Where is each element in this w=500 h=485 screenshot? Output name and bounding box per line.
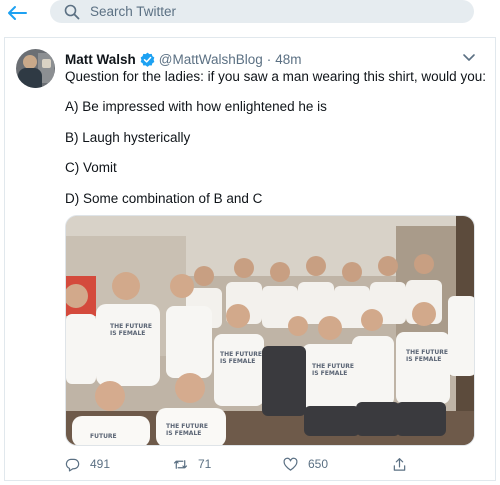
reply-button[interactable]: 491 — [65, 455, 110, 473]
search-bar[interactable] — [50, 0, 474, 23]
share-button[interactable] — [392, 455, 407, 473]
tweet-text-line: C) Vomit — [65, 160, 117, 175]
shirt-print: THE FUTURE — [110, 323, 152, 330]
like-button[interactable]: 650 — [283, 455, 328, 473]
retweet-icon — [173, 459, 188, 469]
reply-icon — [65, 458, 80, 471]
tweet-card[interactable]: Matt Walsh @MattWalshBlog · 48m Question… — [4, 37, 496, 481]
search-icon — [64, 4, 80, 20]
share-icon — [393, 457, 406, 471]
shirt-print: THE FUTURE — [406, 349, 448, 356]
tweet-text-line: B) Laugh hysterically — [65, 130, 191, 145]
shirt-print: IS FEMALE — [220, 358, 255, 365]
tweet-header: Matt Walsh @MattWalshBlog · 48m — [65, 51, 302, 67]
author-handle[interactable]: @MattWalshBlog — [159, 52, 263, 67]
search-input[interactable] — [90, 2, 450, 21]
shirt-print: IS FEMALE — [110, 330, 145, 337]
shirt-print: THE FUTURE — [220, 351, 262, 358]
group-photo: THE FUTURE IS FEMALE THE FUTURE IS FEMAL… — [66, 216, 474, 445]
back-arrow-icon — [8, 6, 27, 20]
like-icon — [283, 457, 298, 471]
tweet-actions: 491 71 650 — [65, 455, 475, 473]
retweet-button[interactable]: 71 — [173, 455, 211, 473]
back-button[interactable] — [4, 2, 30, 24]
chevron-down-icon[interactable] — [462, 53, 476, 63]
tweet-text-line: A) Be impressed with how enlightened he … — [65, 99, 327, 114]
shirt-print: IS FEMALE — [312, 370, 347, 377]
top-bar — [0, 0, 500, 34]
avatar[interactable] — [16, 49, 55, 88]
tweet-text-line: Question for the ladies: if you saw a ma… — [65, 69, 486, 84]
retweet-count: 71 — [198, 457, 212, 471]
shirt-print: IS FEMALE — [166, 430, 201, 437]
tweet-photo[interactable]: THE FUTURE IS FEMALE THE FUTURE IS FEMAL… — [65, 215, 475, 446]
reply-count: 491 — [90, 457, 111, 471]
shirt-print: IS FEMALE — [406, 356, 441, 363]
tweet-timestamp[interactable]: 48m — [275, 52, 301, 67]
shirt-print: THE FUTURE — [166, 423, 208, 430]
separator-dot: · — [266, 51, 272, 67]
shirt-print: FUTURE — [90, 433, 117, 440]
verified-badge-icon — [140, 52, 155, 67]
shirt-print: THE FUTURE — [312, 363, 354, 370]
like-count: 650 — [308, 457, 329, 471]
author-name[interactable]: Matt Walsh — [65, 52, 136, 67]
tweet-text-line: D) Some combination of B and C — [65, 191, 263, 206]
